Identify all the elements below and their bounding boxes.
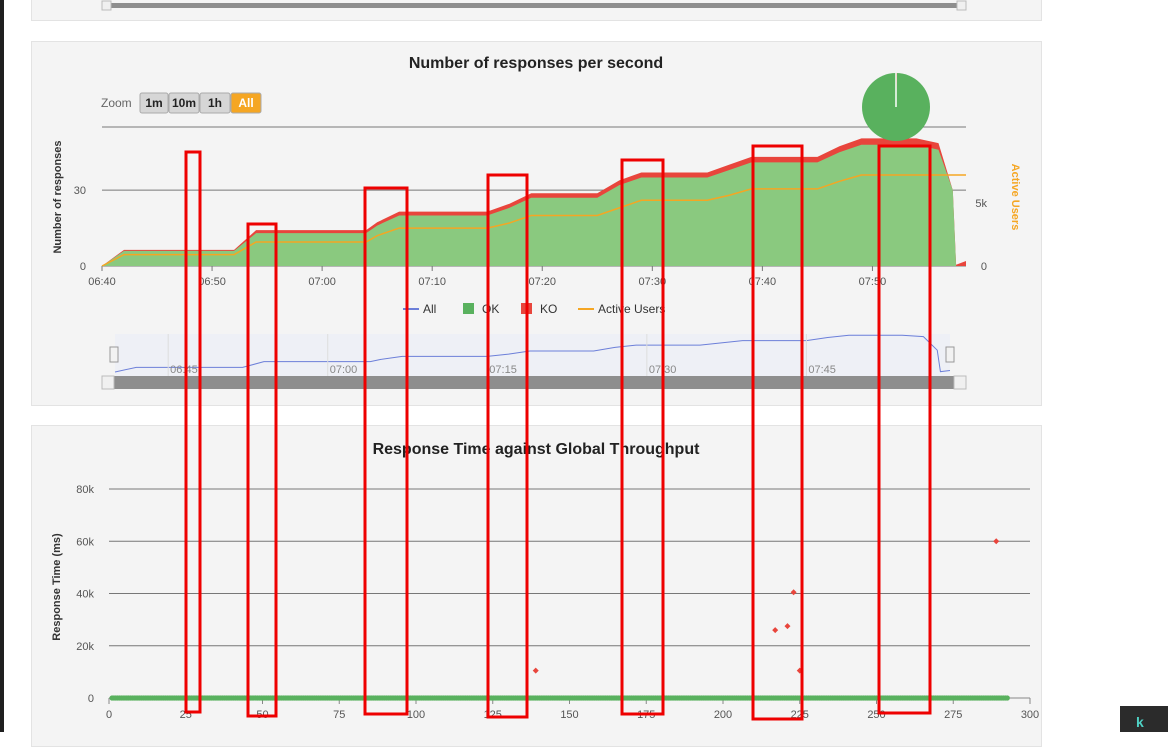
- corner-app-badge[interactable]: k: [1120, 706, 1168, 732]
- navigator-scroll-left-arrow[interactable]: [101, 375, 115, 390]
- rps-navigator[interactable]: 06:45 07:00 07:15 07:30 07:45: [101, 334, 967, 390]
- legend-label: KO: [540, 302, 557, 316]
- zoom-button-All[interactable]: All: [230, 92, 262, 114]
- rt-axes: 0 20k 40k 60k 80k 0 25 50 75 100 125 150 175 200 225 25…: [51, 484, 1039, 721]
- rt-y-tick-label: 0: [88, 693, 94, 705]
- rt-x-tick-label: 225: [791, 709, 809, 721]
- navigator-tick-label: 06:45: [170, 364, 198, 376]
- zoom-button-label[interactable]: 1m: [145, 96, 162, 110]
- rt-x-tick-label: 125: [484, 709, 502, 721]
- navigator-tick-label: 07:15: [489, 364, 517, 376]
- response-time-throughput-panel: Response Time against Global Throughput …: [31, 425, 1042, 747]
- legend-item-ok[interactable]: OK: [463, 302, 499, 316]
- zoom-button-10m[interactable]: 10m: [168, 92, 200, 114]
- ok-area: [102, 144, 966, 266]
- rps-x-tick-label: 07:10: [418, 276, 446, 288]
- rps-y-axis-title: Number of responses: [52, 140, 64, 253]
- rt-grid: [109, 488, 1030, 699]
- rps-y-tick-label: 30: [74, 185, 86, 197]
- rps-x-tick-label: 07:20: [528, 276, 556, 288]
- rt-x-tick-label: 100: [407, 709, 425, 721]
- ko-point: [784, 623, 791, 630]
- ok-point: [1004, 695, 1010, 701]
- rt-y-axis-title: Response Time (ms): [51, 533, 63, 641]
- rps-legend: All OK KO Active Users: [403, 302, 665, 316]
- ko-point: [796, 667, 803, 674]
- previous-scrollbar-right-arrow[interactable]: [956, 0, 967, 11]
- legend-label: All: [423, 302, 436, 316]
- rt-x-tick-label: 300: [1021, 709, 1039, 721]
- responses-per-second-panel: Number of responses per second Zoom 1m 10…: [31, 41, 1042, 406]
- rt-x-tick-label: 25: [180, 709, 192, 721]
- legend-square-symbol: [463, 303, 474, 314]
- ko-point: [532, 667, 539, 674]
- navigator-tick-label: 07:00: [330, 364, 358, 376]
- legend-label: Active Users: [598, 302, 665, 316]
- rt-x-tick-label: 150: [560, 709, 578, 721]
- ko-point: [772, 627, 779, 634]
- zoom-button-label[interactable]: All: [238, 96, 253, 110]
- zoom-button-label[interactable]: 1h: [208, 96, 222, 110]
- rt-y-tick-label: 60k: [76, 536, 94, 548]
- rt-x-tick-label: 200: [714, 709, 732, 721]
- ko-point: [993, 538, 1000, 545]
- legend-item-ko[interactable]: KO: [521, 302, 557, 316]
- rps-y2-tick-label: 5k: [975, 198, 987, 210]
- rt-y-tick-label: 40k: [76, 589, 94, 601]
- navigator-scroll-right-arrow[interactable]: [953, 375, 967, 390]
- rt-x-tick-label: 75: [333, 709, 345, 721]
- rps-x-tick-label: 07:30: [639, 276, 667, 288]
- window-left-edge: [0, 0, 4, 732]
- rps-x-tick-label: 07:50: [859, 276, 887, 288]
- rps-x-tick-label: 06:50: [198, 276, 226, 288]
- navigator-left-handle[interactable]: [109, 346, 119, 363]
- rps-x-tick-label: 06:40: [88, 276, 116, 288]
- zoom-button-1m[interactable]: 1m: [139, 92, 169, 114]
- rt-x-tick-label: 175: [637, 709, 655, 721]
- zoom-button-1h[interactable]: 1h: [199, 92, 231, 114]
- app-logo-icon: k: [1136, 714, 1144, 730]
- rps-y2-tick-label: 0: [981, 261, 987, 273]
- rps-plot-area: [101, 138, 966, 267]
- zoom-label: Zoom: [101, 96, 132, 110]
- navigator-right-handle[interactable]: [945, 346, 955, 363]
- rt-y-tick-label: 20k: [76, 641, 94, 653]
- previous-chart-panel: [31, 0, 1042, 21]
- rps-chart-title: Number of responses per second: [409, 55, 663, 72]
- rt-x-tick-label: 0: [106, 709, 112, 721]
- rps-y-tick-label: 0: [80, 261, 86, 273]
- responses-per-second-chart: Number of responses per second Zoom 1m 10…: [52, 55, 1021, 390]
- rps-x-tick-label: 07:40: [749, 276, 777, 288]
- navigator-tick-label: 07:30: [649, 364, 677, 376]
- rps-x-tick-label: 07:00: [308, 276, 336, 288]
- zoom-button-group: 1m 10m 1h All: [139, 92, 262, 114]
- legend-square-symbol: [521, 303, 532, 314]
- rt-x-tick-label: 275: [944, 709, 962, 721]
- previous-scrollbar-left-arrow[interactable]: [101, 0, 112, 11]
- legend-item-active-users[interactable]: Active Users: [578, 302, 665, 316]
- rps-y2-axis-title: Active Users: [1009, 164, 1021, 231]
- ko-point: [790, 589, 797, 596]
- response-time-throughput-chart: Response Time against Global Throughput …: [51, 441, 1039, 721]
- legend-item-all[interactable]: All: [403, 302, 436, 316]
- rt-scatter-points: [109, 538, 1010, 701]
- previous-chart-navigator: [101, 0, 967, 11]
- rt-y-tick-label: 80k: [76, 484, 94, 496]
- rt-x-tick-label: 250: [867, 709, 885, 721]
- navigator-scrollbar[interactable]: [102, 376, 966, 389]
- previous-scrollbar-track[interactable]: [102, 3, 966, 8]
- legend-label: OK: [482, 302, 499, 316]
- ok-ko-pie: [862, 73, 930, 141]
- rt-chart-title: Response Time against Global Throughput: [373, 441, 701, 458]
- zoom-button-label[interactable]: 10m: [172, 96, 196, 110]
- rt-x-tick-label: 50: [256, 709, 268, 721]
- navigator-tick-label: 07:45: [808, 364, 836, 376]
